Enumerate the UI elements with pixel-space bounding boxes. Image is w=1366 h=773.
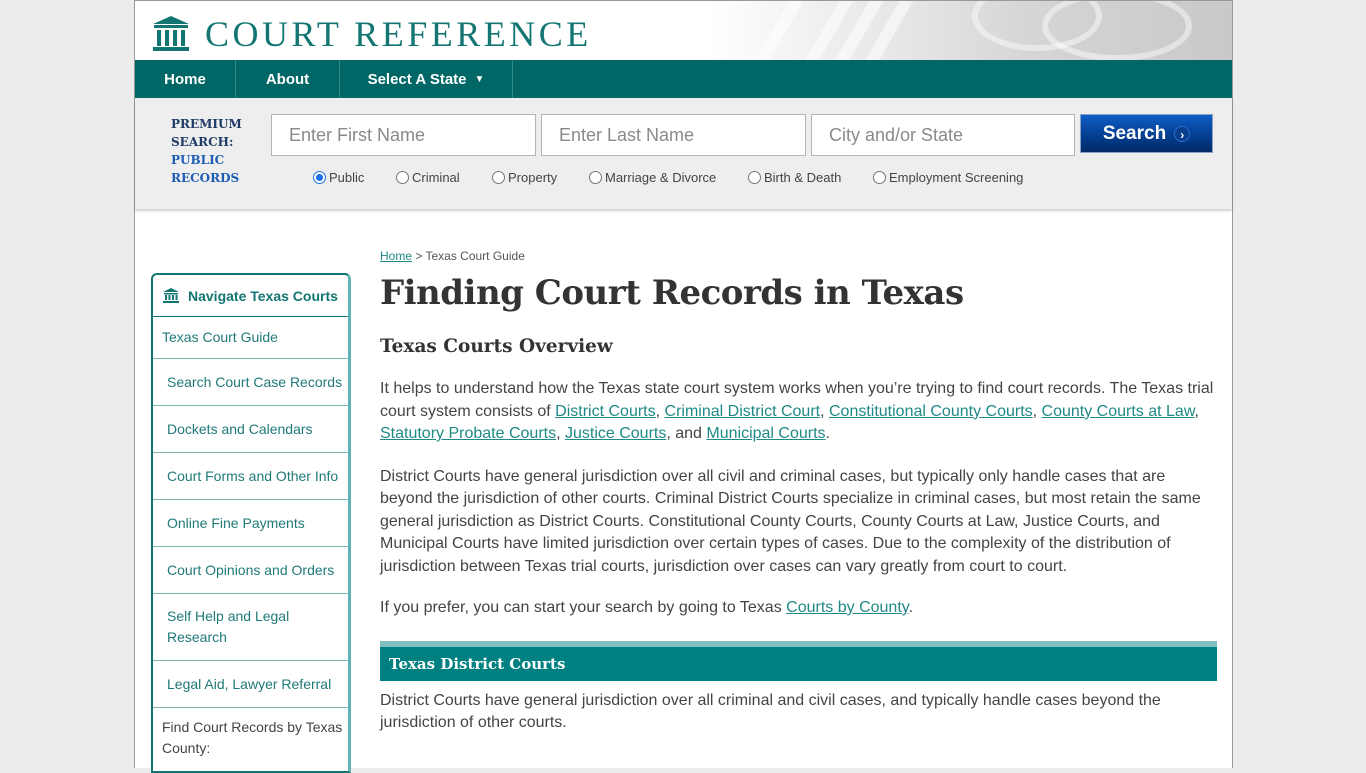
radio-label: Employment Screening (889, 170, 1024, 185)
sidebar-item-label: Legal Aid, Lawyer Referral (167, 675, 332, 692)
radio-employment-screening[interactable]: Employment Screening (873, 170, 1023, 185)
sidebar-item-dockets-calendars[interactable]: Dockets and Calendars (153, 406, 348, 453)
page: COURT REFERENCE Home About Select A Stat… (134, 0, 1233, 773)
sidebar-item-search-court-case-records[interactable]: Search Court Case Records (153, 359, 348, 406)
county-search-paragraph: If you prefer, you can start your search… (380, 597, 1217, 620)
separator: , (1032, 402, 1042, 420)
radio-label: Public (329, 170, 365, 185)
breadcrumb-home-link[interactable]: Home (380, 249, 412, 263)
sidebar-item-legal-aid[interactable]: Legal Aid, Lawyer Referral (153, 661, 348, 708)
radio-label: Marriage & Divorce (605, 170, 717, 185)
link-justice-courts[interactable]: Justice Courts (565, 425, 666, 442)
sidebar-header: Navigate Texas Courts (153, 275, 348, 317)
radio-label: Property (508, 170, 558, 185)
link-constitutional-county-courts[interactable]: Constitutional County Courts (829, 403, 1033, 420)
jurisdiction-paragraph: District Courts have general jurisdictio… (380, 467, 1201, 575)
sidebar-item-label: Online Fine Payments (167, 514, 305, 531)
radio-button[interactable] (396, 171, 409, 184)
sidebar-item-texas-court-guide[interactable]: Texas Court Guide (153, 317, 348, 359)
breadcrumb-separator: > (412, 249, 426, 263)
paragraph-text: If you prefer, you can start your search… (380, 599, 787, 616)
nav-about[interactable]: About (236, 60, 340, 98)
separator: . (908, 599, 914, 616)
site-header: COURT REFERENCE (135, 1, 1232, 60)
chevron-right-icon: › (1174, 125, 1191, 142)
main-content: Home > Texas Court Guide Finding Court R… (380, 249, 1217, 735)
link-courts-by-county[interactable]: Courts by County (786, 599, 908, 616)
radio-button[interactable] (873, 171, 886, 184)
separator: , (820, 402, 829, 420)
breadcrumb-current: Texas Court Guide (425, 249, 525, 263)
search-button-label: Search (1102, 122, 1167, 144)
premium-search-bar: PREMIUM SEARCH: PUBLIC RECORDS Search › … (135, 98, 1232, 209)
district-courts-paragraph: District Courts have general jurisdictio… (380, 691, 1161, 732)
premium-label-line: PREMIUM (171, 117, 242, 131)
record-type-radio-group: Public Criminal Property Marriage & Divo… (135, 170, 1232, 190)
radio-button[interactable] (589, 171, 602, 184)
radio-public[interactable]: Public (313, 170, 364, 185)
radio-marriage-divorce[interactable]: Marriage & Divorce (589, 170, 716, 185)
link-district-courts[interactable]: District Courts (555, 403, 655, 420)
nav-about-label: About (265, 70, 310, 88)
sidebar-item-label: Court Forms and Other Info (167, 467, 339, 484)
nav-select-state-label: Select A State (367, 70, 467, 88)
link-municipal-courts[interactable]: Municipal Courts (706, 425, 825, 442)
radio-label: Birth & Death (764, 170, 842, 185)
site-title: COURT REFERENCE (205, 14, 592, 54)
site-logo[interactable]: COURT REFERENCE (151, 15, 592, 53)
sidebar-item-label: Court Opinions and Orders (167, 561, 335, 578)
page-title: Finding Court Records in Texas (380, 273, 964, 313)
radio-criminal[interactable]: Criminal (396, 170, 460, 185)
radio-button[interactable] (748, 171, 761, 184)
radio-label: Criminal (412, 170, 460, 185)
sidebar-item-online-fine-payments[interactable]: Online Fine Payments (153, 500, 348, 547)
sidebar-item-label: Dockets and Calendars (167, 420, 313, 437)
sidebar-item-label: Search Court Case Records (167, 373, 343, 390)
sidebar-item-self-help[interactable]: Self Help and Legal Research (153, 594, 348, 661)
city-state-input[interactable] (811, 114, 1075, 156)
radio-button-checked[interactable] (313, 171, 326, 184)
caret-down-icon: ▼ (474, 73, 485, 85)
courthouse-icon (163, 288, 179, 303)
link-criminal-district-court[interactable]: Criminal District Court (665, 403, 821, 420)
section-header-district-courts: Texas District Courts (380, 640, 1217, 681)
sidebar-item-label: Texas Court Guide (162, 329, 278, 345)
sidebar-item-court-opinions[interactable]: Court Opinions and Orders (153, 547, 348, 594)
search-button[interactable]: Search › (1080, 114, 1213, 153)
sidebar-item-label: Self Help and Legal Research (167, 608, 290, 645)
separator: , and (666, 425, 707, 442)
last-name-input[interactable] (541, 114, 806, 156)
column-banner-image (712, 1, 1232, 60)
courthouse-icon (153, 16, 189, 51)
nav-select-state[interactable]: Select A State ▼ (340, 60, 513, 98)
sidebar-nav: Navigate Texas Courts Texas Court Guide … (151, 273, 351, 773)
sidebar-item-court-forms[interactable]: Court Forms and Other Info (153, 453, 348, 500)
radio-property[interactable]: Property (492, 170, 557, 185)
link-statutory-probate-courts[interactable]: Statutory Probate Courts (380, 425, 556, 442)
separator: , (556, 425, 565, 442)
nav-home-label: Home (164, 70, 206, 88)
separator: , (655, 402, 665, 420)
premium-label-line: PUBLIC (171, 153, 225, 167)
main-nav: Home About Select A State ▼ (135, 60, 1232, 98)
breadcrumb: Home > Texas Court Guide (380, 249, 1217, 263)
premium-label-line: SEARCH: (171, 135, 234, 149)
first-name-input[interactable] (271, 114, 536, 156)
sidebar-title: Navigate Texas Courts (188, 287, 338, 304)
separator: , (1194, 402, 1199, 420)
radio-button[interactable] (492, 171, 505, 184)
section-subtitle: Texas Courts Overview (380, 336, 613, 357)
overview-paragraph: It helps to understand how the Texas sta… (380, 378, 1217, 446)
sidebar-item-label: Find Court Records by Texas County: (162, 719, 343, 756)
nav-home[interactable]: Home (135, 60, 236, 98)
link-county-courts-at-law[interactable]: County Courts at Law (1042, 403, 1195, 420)
section-header-title: Texas District Courts (389, 654, 566, 673)
separator: . (825, 425, 830, 442)
sidebar-county-heading: Find Court Records by Texas County: (153, 708, 348, 768)
radio-birth-death[interactable]: Birth & Death (748, 170, 841, 185)
